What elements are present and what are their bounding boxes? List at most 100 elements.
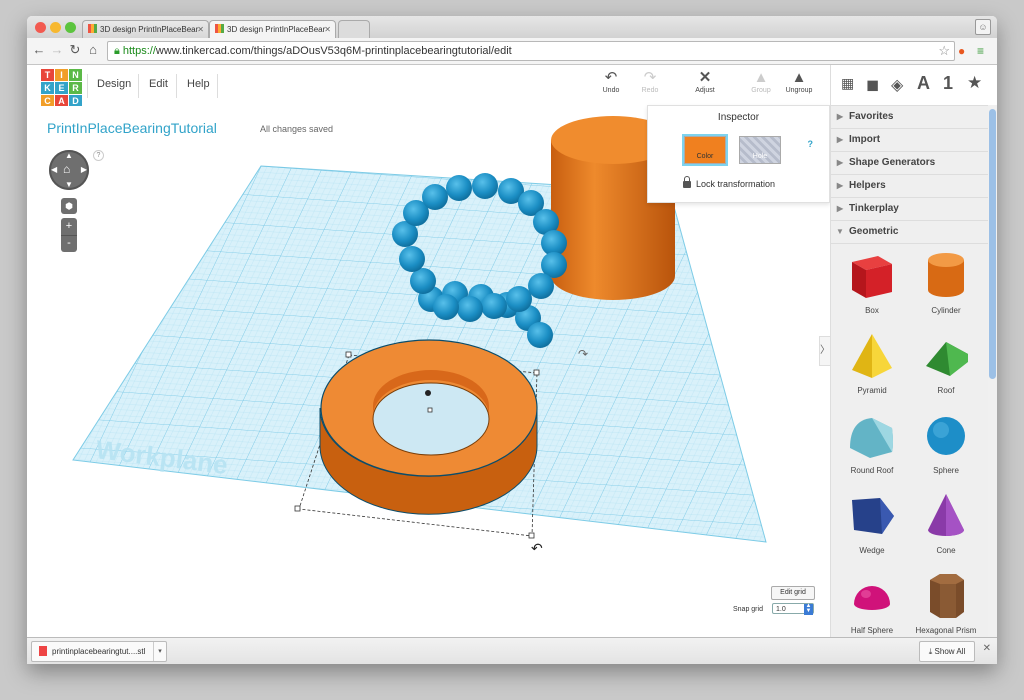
close-tab-icon[interactable]: ✕ — [197, 21, 204, 39]
category-shape-generators[interactable]: ▶ Shape Generators — [831, 151, 988, 174]
category-geometric[interactable]: ▼ Geometric — [831, 220, 988, 244]
shape-round-roof[interactable]: Round Roof — [835, 410, 909, 490]
home-view-icon[interactable]: ⌂ — [63, 162, 70, 176]
close-window-button[interactable] — [35, 22, 46, 33]
shape-wedge[interactable]: Wedge — [835, 490, 909, 570]
expand-arrow-icon: ▶ — [836, 158, 844, 167]
orbit-right-icon[interactable]: ▶ — [81, 165, 87, 174]
close-tab-icon[interactable]: ✕ — [324, 21, 331, 39]
snap-grid-label: Snap grid — [733, 606, 763, 613]
scrollbar-thumb[interactable] — [989, 109, 996, 379]
address-bar-row: ← → ↻ ⌂ 🔒︎ https://www.tinkercad.com/thin… — [27, 38, 997, 65]
sphere-shape-icon — [927, 417, 965, 455]
minimize-window-button[interactable] — [50, 22, 61, 33]
pyramid-shape-icon — [852, 334, 892, 378]
orbit-down-icon[interactable]: ▼ — [65, 180, 73, 189]
rotate-handle-icon[interactable]: ↶ — [531, 540, 543, 556]
panel-scrollbar[interactable] — [988, 105, 997, 637]
orbit-up-icon[interactable]: ▲ — [65, 151, 73, 160]
show-all-downloads-button[interactable]: ⤓ Show All — [919, 641, 975, 662]
category-helpers[interactable]: ▶ Helpers — [831, 174, 988, 197]
download-menu-chevron-icon[interactable]: ▾ — [153, 642, 166, 661]
edit-grid-button[interactable]: Edit grid — [771, 586, 815, 600]
shape-sphere[interactable]: Sphere — [909, 410, 983, 490]
shape-cone[interactable]: Cone — [909, 490, 983, 570]
undo-button[interactable]: ↶ Undo — [589, 69, 633, 94]
home-icon[interactable]: ⌂ — [85, 42, 101, 58]
shape-pyramid[interactable]: Pyramid — [835, 330, 909, 410]
logo-letter: N — [69, 69, 82, 81]
menu-divider — [176, 74, 177, 98]
orbit-left-icon[interactable]: ◀ — [51, 165, 57, 174]
shape-label: Sphere — [933, 466, 959, 475]
tinkercad-favicon-icon — [215, 24, 224, 33]
texture-icon[interactable]: ◈ — [891, 75, 903, 95]
tab-bar: 3D design PrintInPlaceBear ✕ 3D design Pr… — [27, 16, 997, 39]
expand-arrow-icon: ▶ — [836, 135, 844, 144]
browser-tab-1[interactable]: 3D design PrintInPlaceBear ✕ — [82, 20, 209, 39]
profile-icon[interactable]: ☺ — [975, 19, 991, 35]
menu-design[interactable]: Design — [97, 78, 131, 90]
menu-edit[interactable]: Edit — [149, 78, 168, 90]
download-item[interactable]: printinplacebearingtut....stl ▾ — [31, 641, 167, 662]
shapes-panel: ▦ ◼ ◈ A 1 ★ ▶ Favorites ▶ Import ▶ Shape Ge… — [830, 65, 988, 637]
height-handle[interactable] — [425, 390, 431, 396]
zoom-out-button[interactable]: - — [61, 235, 77, 253]
lock-transformation-toggle[interactable]: Lock transformation — [683, 176, 775, 189]
rotate-handle-icon[interactable]: ↷ — [578, 347, 588, 361]
reload-icon[interactable]: ↻ — [67, 42, 83, 58]
close-downloads-icon[interactable]: ✕ — [983, 643, 991, 654]
snap-grid-select[interactable]: 1.0 ▲ ▼ — [772, 603, 814, 615]
menu-help[interactable]: Help — [187, 78, 210, 90]
redo-button[interactable]: ↷ Redo — [628, 69, 672, 94]
bookmark-star-icon[interactable]: ☆ — [938, 42, 950, 60]
ungroup-button[interactable]: ▲ Ungroup — [777, 69, 821, 94]
zoom-window-button[interactable] — [65, 22, 76, 33]
category-import[interactable]: ▶ Import — [831, 128, 988, 151]
shape-label: Pyramid — [857, 386, 887, 395]
hole-swatch-button[interactable]: Hole — [739, 136, 781, 164]
collapse-arrow-icon: ▼ — [836, 227, 844, 236]
torus-object[interactable] — [319, 339, 538, 515]
fit-view-cube-icon[interactable]: ⬢ — [61, 198, 77, 214]
category-label: Helpers — [849, 180, 886, 191]
shape-label: Half Sphere — [850, 626, 894, 635]
category-tinkerplay[interactable]: ▶ Tinkerplay — [831, 197, 988, 220]
grid-icon[interactable]: ▦ — [841, 75, 854, 92]
panel-toolbar: ▦ ◼ ◈ A 1 ★ — [831, 65, 988, 105]
star-icon[interactable]: ★ — [967, 73, 982, 93]
url-text: www.tinkercad.com/things/aDOusV53q6M-pri… — [155, 45, 512, 57]
design-title[interactable]: PrintInPlaceBearingTutorial — [47, 120, 217, 136]
text-shape-icon[interactable]: A — [917, 73, 930, 94]
logo-letter: T — [41, 69, 54, 81]
number-shape-icon[interactable]: 1 — [943, 73, 953, 94]
hexagonal-prism-shape-icon — [930, 574, 964, 618]
tinkercad-logo[interactable]: T I N K E R C A D — [41, 69, 83, 107]
nav-help-icon[interactable]: ? — [93, 150, 104, 161]
shape-box[interactable]: Box — [835, 250, 909, 330]
url-input[interactable]: 🔒︎ https://www.tinkercad.com/things/aDOus… — [107, 41, 955, 61]
new-tab-button[interactable] — [338, 20, 370, 39]
menu-hamburger-icon[interactable]: ≡ — [977, 43, 984, 59]
category-label: Import — [849, 134, 881, 145]
color-swatch-button[interactable]: Color — [684, 136, 726, 164]
secure-lock-icon: 🔒︎ — [114, 45, 120, 57]
zoom-in-button[interactable]: + — [61, 218, 77, 235]
group-label: Group — [751, 87, 771, 94]
orbit-control[interactable]: ▲ ▼ ◀ ▶ ⌂ — [49, 150, 89, 190]
tab-title: 3D design PrintInPlaceBear — [100, 25, 199, 34]
forward-arrow-icon[interactable]: → — [49, 42, 65, 58]
box-icon[interactable]: ◼ — [866, 75, 879, 95]
stepper-arrows-icon[interactable]: ▲ ▼ — [804, 603, 813, 615]
extension-flame-icon[interactable]: ● — [958, 43, 965, 59]
inspector-help-icon[interactable]: ? — [808, 139, 814, 149]
adjust-button[interactable]: ✕ Adjust — [683, 69, 727, 94]
logo-letter: K — [41, 82, 54, 94]
browser-window: 3D design PrintInPlaceBear ✕ 3D design Pr… — [27, 16, 997, 664]
category-label: Shape Generators — [849, 157, 936, 168]
back-arrow-icon[interactable]: ← — [31, 42, 47, 58]
shape-roof[interactable]: Roof — [909, 330, 983, 410]
category-favorites[interactable]: ▶ Favorites — [831, 105, 988, 128]
browser-tab-2[interactable]: 3D design PrintInPlaceBear ✕ — [209, 20, 336, 39]
shape-cylinder[interactable]: Cylinder — [909, 250, 983, 330]
